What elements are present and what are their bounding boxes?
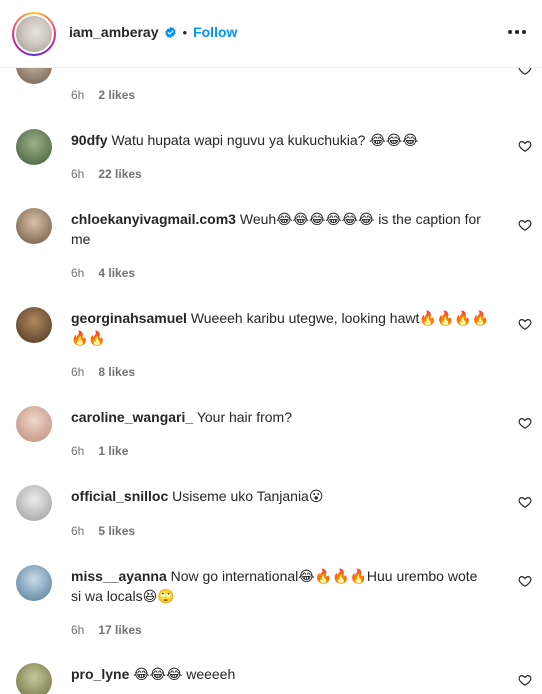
more-options-icon[interactable] (508, 24, 526, 40)
comment-likes[interactable]: 8 likes (98, 365, 135, 379)
comment-text: 😂😂😂 weeeeh (133, 666, 236, 682)
comment-body: 90dfy Watu hupata wapi nguvu ya kukuchuk… (71, 130, 491, 150)
comment-likes[interactable]: 5 likes (98, 524, 135, 538)
comment-time: 6h (71, 623, 85, 637)
follow-button[interactable]: Follow (193, 24, 237, 40)
heart-icon[interactable] (518, 495, 532, 509)
comment-time: 6h (71, 167, 85, 181)
comment-username[interactable]: miss__ayanna (71, 568, 167, 584)
heart-icon[interactable] (518, 673, 532, 687)
comment-username[interactable]: pro_lyne (71, 666, 129, 682)
comment-avatar[interactable] (16, 485, 52, 521)
comment-avatar[interactable] (16, 307, 52, 343)
comment-body: chloekanyivagmail.com3 Weuh😂😂😂😂😂😂 is the… (71, 209, 491, 249)
more-dot (522, 30, 526, 34)
comment-text: Watu hupata wapi nguvu ya kukuchukia? 😂😂… (111, 132, 419, 148)
comment-username[interactable]: georginahsamuel (71, 310, 187, 326)
heart-icon[interactable] (518, 416, 532, 430)
comment-likes[interactable]: 22 likes (98, 167, 141, 181)
comment-meta: 6h 22 likes (71, 167, 142, 181)
comment-likes[interactable]: 2 likes (98, 88, 135, 102)
comment-username[interactable]: caroline_wangari_ (71, 409, 193, 425)
comment-likes[interactable]: 1 like (98, 444, 128, 458)
avatar-image (14, 14, 54, 54)
comment-body: miss__ayanna Now go international😂🔥🔥🔥Huu… (71, 566, 491, 606)
comment-username[interactable]: official_snilloc (71, 488, 168, 504)
comment-likes[interactable]: 4 likes (98, 266, 135, 280)
heart-icon[interactable] (518, 574, 532, 588)
comment-meta: 6h 8 likes (71, 365, 135, 379)
comment-body: official_snilloc Usiseme uko Tanjania😮 (71, 486, 491, 506)
comment-text: Your hair from? (196, 409, 293, 425)
comment-avatar[interactable] (16, 565, 52, 601)
comment-time: 6h (71, 524, 85, 538)
comment-avatar[interactable] (16, 129, 52, 165)
comment-body: caroline_wangari_ Your hair from? (71, 407, 491, 427)
post-header: iam_amberay • Follow (0, 0, 542, 68)
comment-username[interactable]: 90dfy (71, 132, 108, 148)
more-dot (515, 30, 519, 34)
comment-meta: 6h 4 likes (71, 266, 135, 280)
comment-username[interactable]: chloekanyivagmail.com3 (71, 211, 236, 227)
comment-meta: 6h 1 like (71, 444, 128, 458)
header-username[interactable]: iam_amberay (69, 24, 159, 40)
comment-meta: 6h 2 likes (71, 88, 135, 102)
comment-body: georginahsamuel Wueeeh karibu utegwe, lo… (71, 308, 491, 348)
comment-likes[interactable]: 17 likes (98, 623, 141, 637)
header-user-row: iam_amberay • Follow (69, 24, 237, 40)
heart-icon[interactable] (518, 317, 532, 331)
verified-badge-icon (164, 26, 176, 38)
comment-time: 6h (71, 266, 85, 280)
heart-icon[interactable] (518, 218, 532, 232)
heart-icon[interactable] (518, 139, 532, 153)
profile-avatar[interactable] (12, 12, 56, 56)
comment-text: Usiseme uko Tanjania😮 (172, 488, 324, 504)
header-separator: • (182, 24, 188, 40)
comment-avatar[interactable] (16, 663, 52, 694)
comment-time: 6h (71, 88, 85, 102)
comment-avatar[interactable] (16, 406, 52, 442)
comment-avatar[interactable] (16, 208, 52, 244)
comments-list: 6h 2 likes 90dfy Watu hupata wapi nguvu … (0, 0, 542, 694)
comment-time: 6h (71, 365, 85, 379)
more-dot (508, 30, 512, 34)
comment-meta: 6h 17 likes (71, 623, 142, 637)
comment-time: 6h (71, 444, 85, 458)
comment-meta: 6h 5 likes (71, 524, 135, 538)
comment-body: pro_lyne 😂😂😂 weeeeh (71, 664, 491, 684)
